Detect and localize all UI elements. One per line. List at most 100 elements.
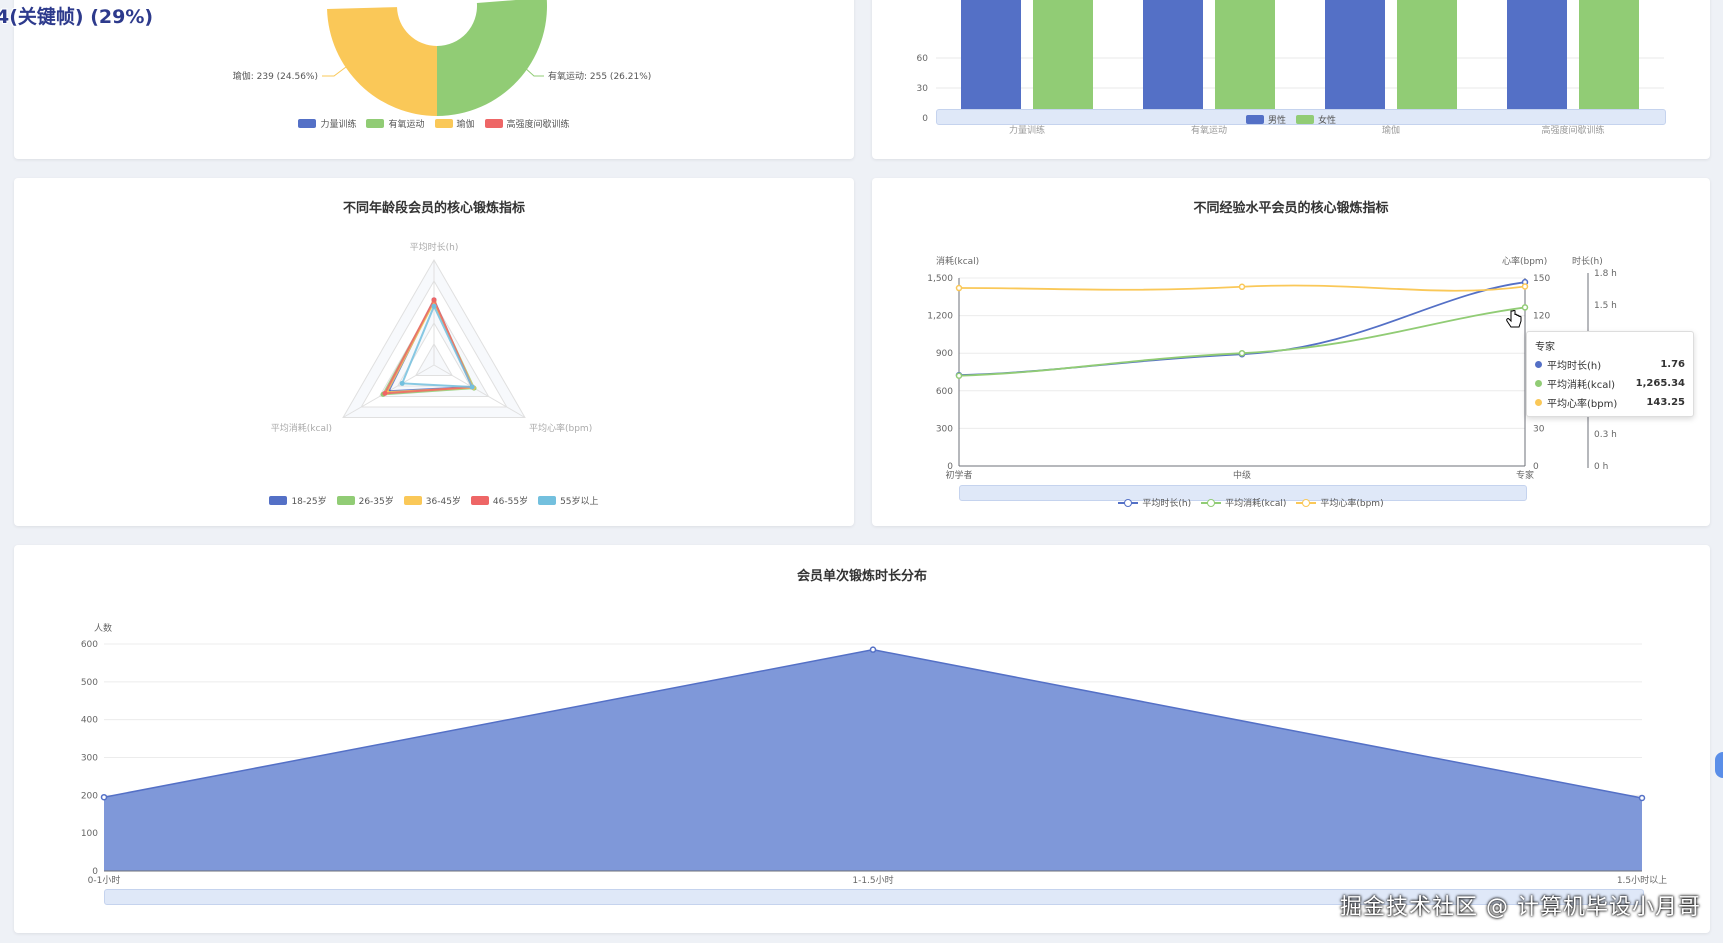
legend-label: 瑜伽 <box>456 120 475 130</box>
area-point <box>1638 794 1646 802</box>
x-tick-label: 专家 <box>1516 469 1534 481</box>
legend-label: 女性 <box>1318 116 1337 126</box>
line-point <box>1238 283 1246 291</box>
y-tick-label: 400 <box>81 716 98 726</box>
tooltip-series-name: 平均心率(bpm) <box>1547 399 1618 410</box>
legend-label: 18-25岁 <box>291 497 327 507</box>
tooltip-value: 143.25 <box>1646 397 1685 408</box>
y-tick-label: 1.8 h <box>1594 269 1617 279</box>
legend-swatch <box>403 496 422 505</box>
tooltip-value: 1,265.34 <box>1635 378 1685 389</box>
pie-legend: 力量训练 有氧运动 瑜伽 高强度间歇训练 <box>14 117 854 130</box>
video-progress-label: 4(关键帧) (29%) <box>0 6 154 28</box>
y-tick-label: 500 <box>81 678 98 688</box>
legend-item[interactable]: 平均心率(bpm) <box>1296 496 1384 509</box>
legend-swatch <box>1296 115 1314 124</box>
legend-swatch <box>470 496 489 505</box>
pie-data-label: 瑜伽: 239 (24.56%) <box>233 70 318 82</box>
axis-name: 时长(h) <box>1572 255 1603 267</box>
legend-label: 男性 <box>1267 116 1286 126</box>
bar <box>1325 0 1385 118</box>
legend-item[interactable]: 女性 <box>1296 113 1336 126</box>
line-legend: 平均时长(h) 平均消耗(kcal) 平均心率(bpm) <box>872 496 1710 509</box>
chart-tooltip: 专家 平均时长(h) 1.76 平均消耗(kcal) 1,265.34 平均心率(b… <box>1526 331 1694 417</box>
experience-card: 不同经验水平会员的核心锻炼指标 消耗(kcal) 心率(bpm) 时长(h) 0 300… <box>872 178 1710 526</box>
legend-item[interactable]: 平均时长(h) <box>1118 496 1191 509</box>
legend-swatch <box>1201 498 1222 508</box>
legend-item[interactable]: 18-25岁 <box>269 494 327 507</box>
legend-item[interactable]: 力量训练 <box>298 117 356 130</box>
line-point <box>1238 349 1246 357</box>
y-tick-label: 600 <box>81 640 98 650</box>
legend-item[interactable]: 男性 <box>1245 113 1286 126</box>
watermark: 掘金技术社区 @ 计算机毕设小月哥 <box>1340 895 1701 920</box>
legend-label: 力量训练 <box>320 120 357 130</box>
y-tick-label: 0.3 h <box>1594 430 1617 440</box>
tooltip-value: 1.76 <box>1660 359 1685 370</box>
radar-card: 不同年龄段会员的核心锻炼指标 平均时长(h) 平均心率(bpm) 平均消耗(kcal… <box>14 178 854 526</box>
x-tick-label: 1-1.5小时 <box>852 874 893 886</box>
legend-swatch <box>269 496 288 505</box>
radar-indicator-label: 平均时长(h) <box>410 241 459 253</box>
line-point <box>1521 304 1529 311</box>
legend-item[interactable]: 46-55岁 <box>470 494 529 507</box>
series-dot-icon <box>1535 399 1542 406</box>
gender-bar-card: 0 30 60 力量训练 有氧运动 瑜伽 高强度间歇训练 男性 女性 <box>872 0 1710 159</box>
tooltip-title: 专家 <box>1535 342 1555 353</box>
area-point <box>869 646 877 653</box>
tooltip-row: 平均心率(bpm) 143.25 <box>1535 395 1685 410</box>
legend-label: 36-45岁 <box>425 497 461 507</box>
legend-item[interactable]: 36-45岁 <box>403 494 461 507</box>
axis-name: 消耗(kcal) <box>936 255 979 267</box>
gender-bar-chart: 03060力量训练 有氧运动 瑜伽 高强度间歇训练 <box>917 0 1664 136</box>
tooltip-row: 平均时长(h) 1.76 <box>1535 357 1685 372</box>
legend-label: 46-55岁 <box>492 497 529 507</box>
radar-point <box>431 297 437 303</box>
bar <box>1033 0 1093 118</box>
legend-item[interactable]: 55岁以上 <box>538 494 599 507</box>
radar-chart: 平均时长(h) 平均心率(bpm) 平均消耗(kcal) <box>271 241 592 434</box>
radar-point <box>469 384 475 390</box>
line-series <box>958 281 1526 377</box>
y-tick-label: 30 <box>1533 424 1545 434</box>
legend-swatch <box>336 496 355 505</box>
bar <box>1215 0 1275 118</box>
y-tick-label: 1.5 h <box>1594 301 1617 311</box>
bar <box>1143 0 1203 118</box>
pie-data-label: 有氧运动: 255 (26.21%) <box>548 70 651 82</box>
legend-swatch <box>1245 115 1264 124</box>
x-tick-label: 1.5小时以上 <box>1617 874 1667 886</box>
legend-item[interactable]: 高强度间歇训练 <box>484 117 570 130</box>
y-tick-label: 1,500 <box>927 274 953 284</box>
legend-item[interactable]: 有氧运动 <box>366 117 425 130</box>
axis-name: 心率(bpm) <box>1502 255 1547 267</box>
y-tick-label: 900 <box>936 349 953 359</box>
side-float-button[interactable] <box>1715 752 1723 778</box>
legend-label: 26-35岁 <box>358 497 394 507</box>
duration-card: 会员单次锻炼时长分布 人数 0 100 200 300 400 500 600 0-1小时 1-1… <box>14 545 1710 933</box>
duration-area-chart: 人数01002003004005006000-1小时 1-1.5小时 1.5小时以上 <box>81 622 1667 886</box>
radar-indicator-label: 平均心率(bpm) <box>529 422 592 434</box>
axis-name: 人数 <box>94 622 112 634</box>
series-dot-icon <box>1535 361 1542 368</box>
legend-item[interactable]: 26-35岁 <box>336 494 394 507</box>
bar <box>1579 0 1639 118</box>
legend-label: 高强度间歇训练 <box>506 120 570 130</box>
line-point <box>955 284 963 292</box>
legend-label: 平均心率(bpm) <box>1320 499 1384 509</box>
pie-slice-yoga <box>327 7 437 117</box>
series-dot-icon <box>1535 380 1542 387</box>
legend-label: 有氧运动 <box>388 120 425 130</box>
y-tick-label: 150 <box>1533 274 1550 284</box>
area-point <box>100 793 108 801</box>
bar <box>961 0 1021 118</box>
x-tick-label: 中级 <box>1233 469 1251 481</box>
legend-swatch <box>298 119 317 128</box>
legend-item[interactable]: 平均消耗(kcal) <box>1201 496 1286 509</box>
radar-legend: 18-25岁 26-35岁 36-45岁 46-55岁 55岁以上 <box>14 494 854 507</box>
y-tick-label: 200 <box>81 791 98 801</box>
legend-item[interactable]: 瑜伽 <box>434 117 475 130</box>
bar <box>1397 0 1457 118</box>
y-tick-label: 300 <box>81 754 98 764</box>
tooltip-row: 平均消耗(kcal) 1,265.34 <box>1535 376 1685 391</box>
